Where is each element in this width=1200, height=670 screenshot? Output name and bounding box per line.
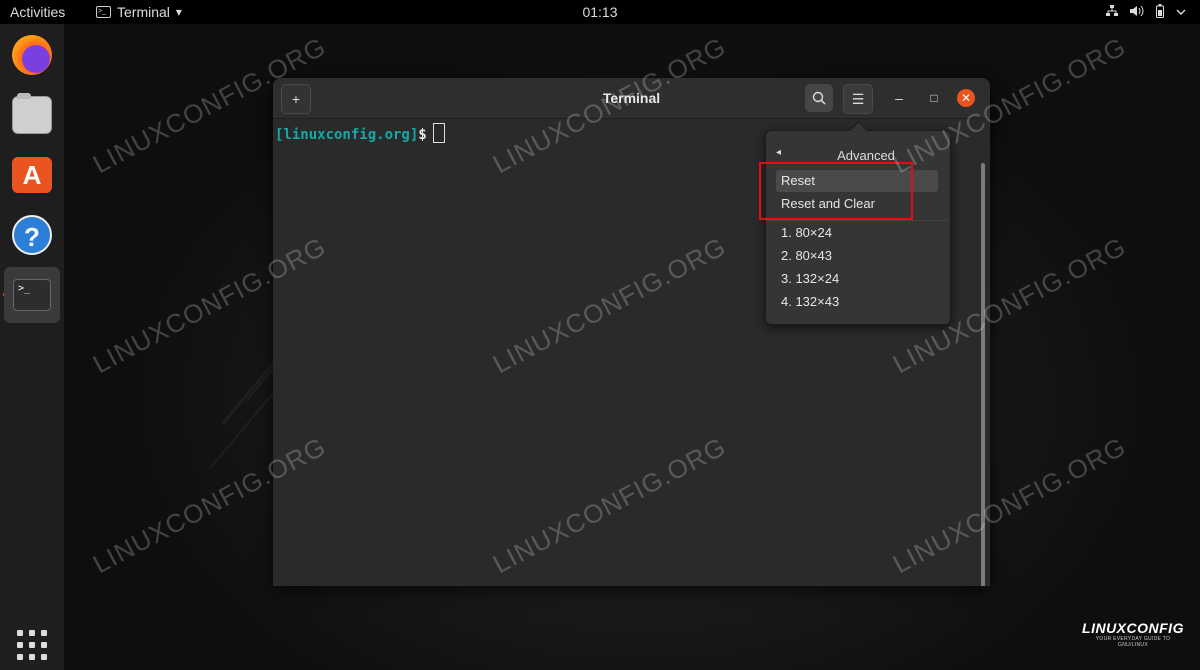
menu-item-size-132x43[interactable]: 4. 132×43 (776, 291, 938, 313)
menu-separator (766, 220, 948, 221)
text-cursor (432, 123, 445, 143)
activities-button[interactable]: Activities (10, 4, 65, 20)
clock[interactable]: 01:13 (582, 4, 617, 20)
logo-text: LINUXCONFIG (1082, 620, 1184, 636)
volume-icon (1130, 5, 1144, 20)
advanced-submenu: ◂ Advanced Reset Reset and Clear 1. 80×2… (765, 130, 951, 325)
window-title: Terminal (602, 90, 661, 106)
dock-item-firefox[interactable] (9, 32, 55, 78)
power-icon (1176, 6, 1186, 20)
dock-item-software[interactable]: A (9, 152, 55, 198)
network-icon (1106, 5, 1118, 20)
dock-item-terminal[interactable]: >_ (4, 267, 60, 323)
files-icon (12, 93, 52, 134)
battery-icon (1156, 4, 1164, 21)
system-tray[interactable] (1106, 4, 1186, 21)
app-menu-label: Terminal (117, 4, 170, 20)
top-bar: Activities >_ Terminal ▾ 01:13 (0, 0, 1200, 24)
dock: A ? >_ (0, 24, 64, 670)
terminal-headerbar[interactable]: + Terminal ☰ – □ ✕ (273, 78, 990, 119)
prompt-user: [linuxconfig.org] (275, 127, 419, 143)
close-icon: ✕ (960, 91, 972, 105)
dock-item-help[interactable]: ? (9, 212, 55, 258)
menu-item-size-132x24[interactable]: 3. 132×24 (776, 268, 938, 290)
help-icon: ? (12, 215, 52, 255)
terminal-icon: >_ (96, 6, 111, 18)
firefox-icon (12, 35, 52, 75)
new-tab-icon: + (291, 91, 301, 107)
menu-item-size-80x24[interactable]: 1. 80×24 (776, 222, 938, 244)
app-menu-button[interactable]: >_ Terminal ▾ (96, 4, 182, 20)
menu-item-size-80x43[interactable]: 2. 80×43 (776, 245, 938, 267)
shell-prompt: [linuxconfig.org]$ (275, 123, 445, 143)
app-grid-icon[interactable] (17, 630, 47, 660)
dock-item-files[interactable] (9, 92, 55, 138)
annotation-highlight-box (759, 162, 913, 220)
minimize-button[interactable]: – (885, 84, 913, 112)
hamburger-icon: ☰ (851, 90, 865, 107)
submenu-title[interactable]: Advanced (766, 148, 948, 163)
linuxconfig-logo: LINUXCONFIG YOUR EVERYDAY GUIDE TO GNU/L… (1080, 620, 1186, 648)
new-tab-button[interactable]: + (281, 84, 311, 114)
search-button[interactable] (805, 84, 833, 112)
close-button[interactable]: ✕ (957, 89, 975, 107)
hamburger-menu-button[interactable]: ☰ (843, 84, 873, 114)
logo-tagline: YOUR EVERYDAY GUIDE TO GNU/LINUX (1095, 636, 1171, 648)
scrollbar[interactable] (981, 163, 985, 586)
prompt-symbol: $ (418, 127, 427, 143)
minimize-icon: – (895, 90, 903, 106)
software-icon: A (12, 157, 52, 193)
search-icon (812, 91, 826, 105)
chevron-down-icon: ▾ (175, 5, 182, 19)
terminal-icon: >_ (13, 279, 51, 311)
maximize-button[interactable]: □ (920, 84, 948, 112)
maximize-icon: □ (930, 91, 938, 105)
